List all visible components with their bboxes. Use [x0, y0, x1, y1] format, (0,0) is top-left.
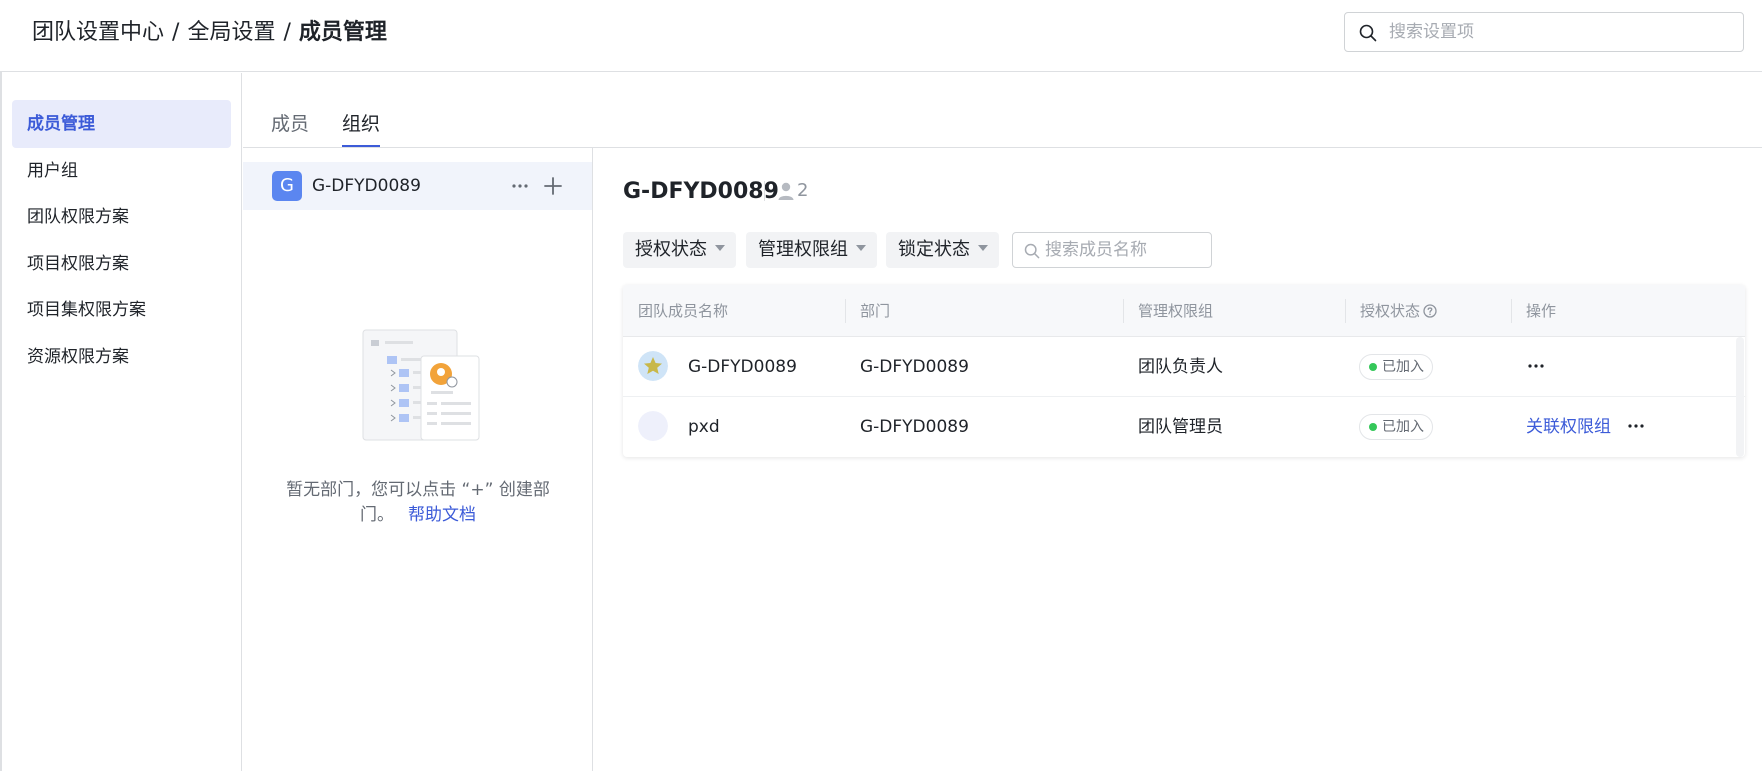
filter-label: 授权状态	[635, 239, 707, 260]
search-icon	[1359, 24, 1377, 42]
empty-departments-message: 暂无部门，您可以点击 “+” 创建部门。 帮助文档	[283, 478, 553, 528]
tab-organization[interactable]: 组织	[342, 111, 381, 147]
member-permission-group: 团队管理员	[1138, 417, 1223, 437]
status-badge: 已加入	[1359, 414, 1433, 440]
org-tree-root-node[interactable]: G G-DFYD0089	[243, 162, 592, 210]
member-department: G-DFYD0089	[860, 417, 969, 437]
sidebar-item-user-groups[interactable]: 用户组	[12, 147, 231, 195]
sidebar-item-program-permission-schemes[interactable]: 项目集权限方案	[12, 286, 231, 334]
column-divider	[1511, 299, 1512, 323]
status-badge: 已加入	[1359, 354, 1433, 380]
search-icon	[1024, 243, 1040, 259]
help-docs-link[interactable]: 帮助文档	[408, 505, 476, 525]
settings-search-input[interactable]	[1389, 19, 1729, 45]
department-title: G-DFYD0089	[623, 179, 779, 204]
column-header-actions: 操作	[1526, 302, 1557, 320]
member-search[interactable]	[1012, 232, 1212, 268]
filter-auth-status[interactable]: 授权状态	[623, 232, 736, 268]
sidebar-item-project-permission-schemes[interactable]: 项目权限方案	[12, 240, 231, 288]
breadcrumb-item-current: 成员管理	[298, 20, 387, 45]
breadcrumb-item-global-settings[interactable]: 全局设置	[187, 20, 275, 45]
caret-down-icon	[715, 245, 725, 251]
add-department-plus-icon[interactable]	[542, 175, 564, 197]
link-permission-group-button[interactable]: 关联权限组	[1526, 416, 1611, 438]
table-scrollbar[interactable]	[1736, 337, 1744, 457]
member-department: G-DFYD0089	[860, 357, 969, 377]
settings-search[interactable]	[1344, 12, 1744, 52]
help-question-icon[interactable]	[1423, 303, 1437, 318]
column-header-department: 部门	[860, 302, 891, 320]
title-divider	[764, 181, 765, 201]
filter-label: 锁定状态	[898, 239, 970, 260]
column-header-label: 授权状态	[1360, 302, 1421, 320]
filter-lock-status[interactable]: 锁定状态	[886, 232, 999, 268]
breadcrumb-separator: /	[172, 20, 180, 45]
breadcrumb-separator: /	[283, 20, 291, 45]
org-node-name: G-DFYD0089	[312, 176, 421, 196]
members-table: 团队成员名称 部门 管理权限组 授权状态 操作 G-DFYD0089 G-DFY…	[623, 285, 1745, 457]
person-icon	[778, 182, 794, 200]
org-tree-panel: G G-DFYD0089 暂无部门，您可以点击 “+” 创建部门。 帮助文档	[243, 148, 593, 771]
org-badge: G	[272, 171, 302, 201]
avatar	[638, 351, 668, 381]
table-row[interactable]: pxd G-DFYD0089 团队管理员 已加入 关联权限组	[623, 397, 1745, 457]
member-search-input[interactable]	[1045, 238, 1205, 262]
column-header-auth-status: 授权状态	[1360, 301, 1437, 321]
filter-permission-group[interactable]: 管理权限组	[746, 232, 877, 268]
breadcrumb: 团队设置中心 / 全局设置 / 成员管理	[32, 18, 387, 48]
column-header-permission-group: 管理权限组	[1138, 302, 1214, 320]
column-divider	[845, 299, 846, 323]
column-divider	[1345, 299, 1346, 323]
breadcrumb-item-team-settings[interactable]: 团队设置中心	[32, 20, 164, 45]
table-row[interactable]: G-DFYD0089 G-DFYD0089 团队负责人 已加入	[623, 337, 1745, 397]
empty-departments-illustration	[362, 329, 480, 441]
sidebar-item-team-permission-schemes[interactable]: 团队权限方案	[12, 193, 231, 241]
table-header: 团队成员名称 部门 管理权限组 授权状态 操作	[623, 285, 1745, 337]
more-icon[interactable]	[1526, 358, 1546, 374]
member-name: pxd	[688, 417, 720, 437]
member-name: G-DFYD0089	[688, 357, 797, 377]
caret-down-icon	[856, 245, 866, 251]
filter-label: 管理权限组	[758, 239, 848, 260]
top-header: 团队设置中心 / 全局设置 / 成员管理	[0, 0, 1762, 72]
sidebar-item-member-management[interactable]: 成员管理	[12, 100, 231, 148]
more-icon[interactable]	[1626, 418, 1646, 434]
tab-members[interactable]: 成员	[271, 111, 309, 137]
column-header-member-name: 团队成员名称	[638, 302, 729, 320]
column-divider	[1123, 299, 1124, 323]
caret-down-icon	[978, 245, 988, 251]
sidebar: 成员管理 用户组 团队权限方案 项目权限方案 项目集权限方案 资源权限方案	[2, 73, 242, 771]
tab-bar: 成员 组织	[243, 73, 1762, 148]
sidebar-item-resource-permission-schemes[interactable]: 资源权限方案	[12, 333, 231, 381]
member-permission-group: 团队负责人	[1138, 357, 1223, 377]
avatar	[638, 411, 668, 441]
member-count: 2	[797, 180, 809, 201]
more-icon[interactable]	[508, 176, 532, 196]
